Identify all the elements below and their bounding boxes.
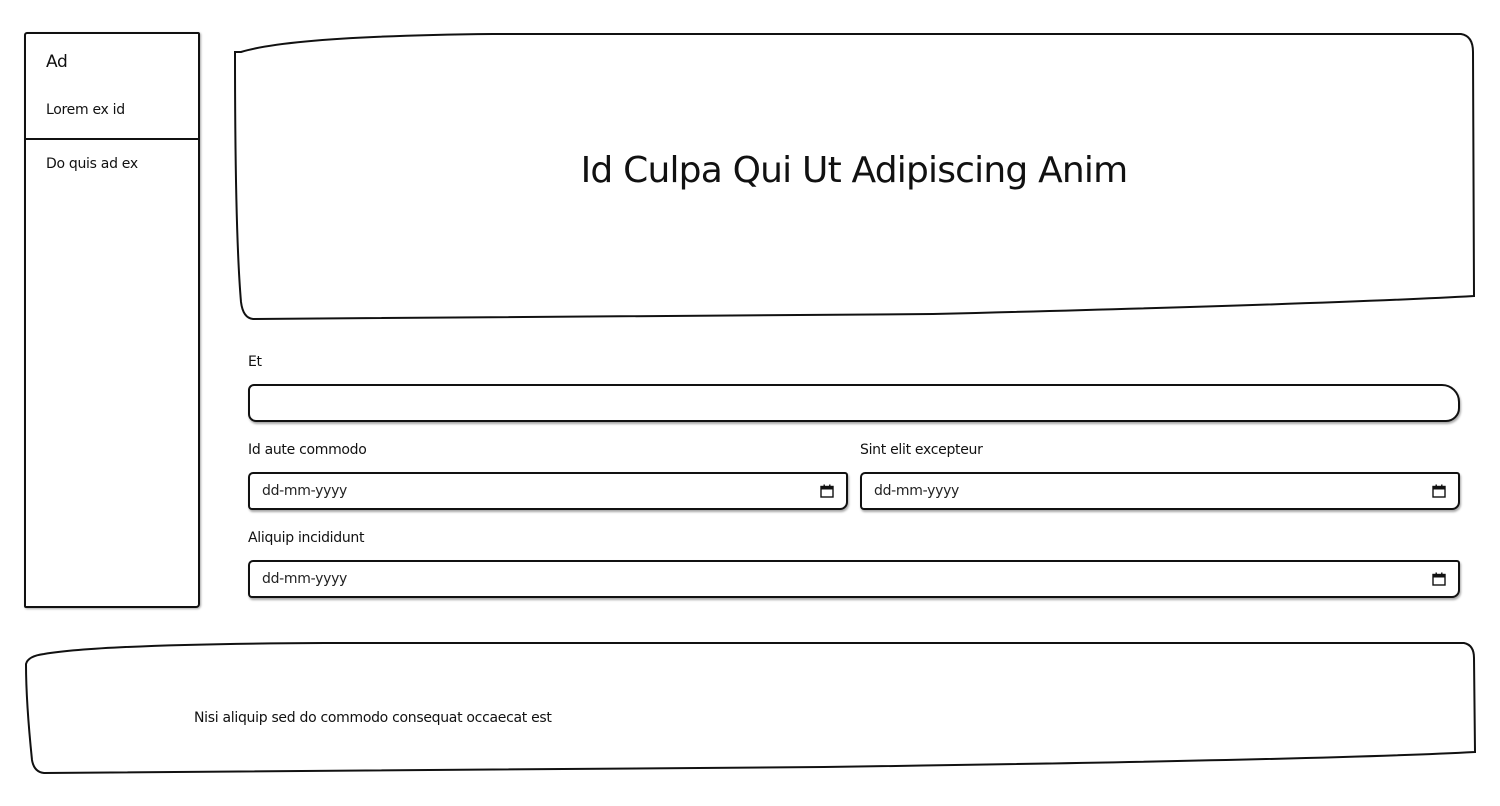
date-placeholder: dd-mm-yyyy [262,571,348,587]
hero-banner: Id Culpa Qui Ut Adipiscing Anim [233,32,1475,320]
calendar-icon[interactable] [820,484,834,498]
date-placeholder: dd-mm-yyyy [262,483,348,499]
field-aliquip-incididunt: Aliquip incididunt dd-mm-yyyy [248,528,1460,598]
et-label: Et [248,354,262,370]
aliquip-incididunt-label: Aliquip incididunt [248,530,365,546]
footer-text: Nisi aliquip sed do commodo consequat oc… [194,710,552,726]
date-row-1: Id aute commodo dd-mm-yyyy Sint elit exc… [248,440,1462,510]
sidebar-title: Ad [46,52,68,72]
aliquip-incididunt-date-input[interactable]: dd-mm-yyyy [248,560,1460,598]
id-aute-commodo-label: Id aute commodo [248,442,367,458]
date-placeholder: dd-mm-yyyy [874,483,960,499]
calendar-icon[interactable] [1432,572,1446,586]
field-et: Et [248,352,1462,422]
sidebar-header: Ad Lorem ex id [26,34,198,140]
field-id-aute-commodo: Id aute commodo dd-mm-yyyy [248,440,848,510]
sidebar-item-do-quis-ad-ex[interactable]: Do quis ad ex [26,140,198,188]
page-title: Id Culpa Qui Ut Adipiscing Anim [580,150,1129,191]
sint-elit-excepteur-label: Sint elit excepteur [860,442,983,458]
footer-border [24,642,1476,774]
sint-elit-excepteur-date-input[interactable]: dd-mm-yyyy [860,472,1460,510]
calendar-icon[interactable] [1432,484,1446,498]
et-input[interactable] [248,384,1460,422]
field-sint-elit-excepteur: Sint elit excepteur dd-mm-yyyy [860,440,1460,510]
sidebar: Ad Lorem ex id Do quis ad ex [24,32,200,608]
footer: Nisi aliquip sed do commodo consequat oc… [24,642,1476,774]
sidebar-subtitle: Lorem ex id [46,102,125,118]
date-form: Et Id aute commodo dd-mm-yyyy Sint elit … [248,352,1462,598]
date-row-2: Aliquip incididunt dd-mm-yyyy [248,528,1462,598]
id-aute-commodo-date-input[interactable]: dd-mm-yyyy [248,472,848,510]
